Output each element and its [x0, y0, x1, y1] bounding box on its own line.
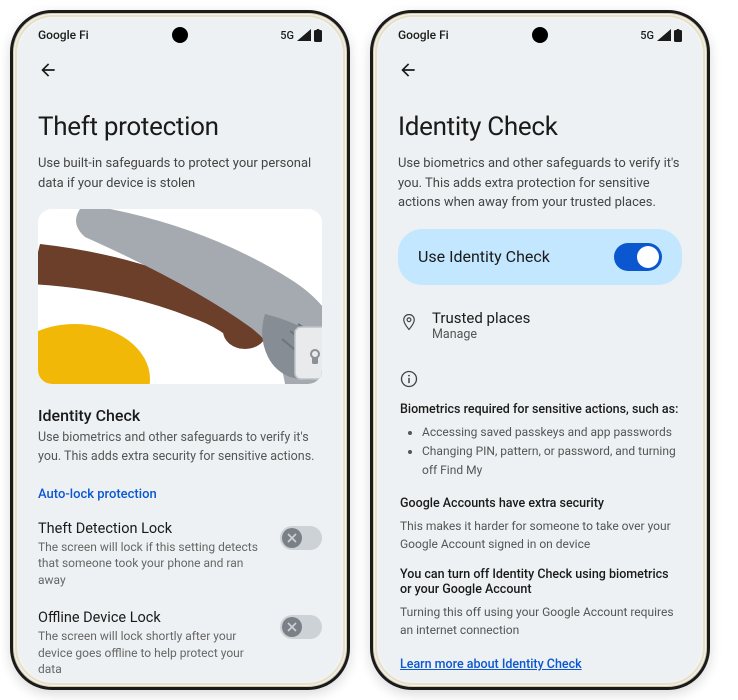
info-heading: Google Accounts have extra security [400, 496, 680, 511]
back-button[interactable] [394, 56, 422, 84]
network-label: 5G [640, 29, 654, 42]
use-identity-check-card[interactable]: Use Identity Check [398, 229, 682, 285]
use-identity-check-label: Use Identity Check [418, 247, 550, 266]
offline-lock-row[interactable]: Offline Device Lock The screen will lock… [38, 609, 322, 678]
offline-lock-desc: The screen will lock shortly after your … [38, 628, 268, 678]
page-title: Theft protection [38, 112, 322, 142]
toggle-knob-off [282, 528, 302, 548]
screen-left: Google Fi 5G Theft protection Use built-… [18, 18, 342, 682]
trusted-places-row[interactable]: Trusted places Manage [398, 309, 682, 342]
theft-illustration [38, 209, 322, 384]
status-right: 5G [280, 29, 322, 42]
page-subtitle: Use biometrics and other safeguards to v… [398, 154, 682, 213]
trusted-places-title: Trusted places [432, 309, 530, 327]
offline-lock-label: Offline Device Lock [38, 609, 268, 626]
info-section: Biometrics required for sensitive action… [398, 370, 682, 673]
identity-check-title: Identity Check [38, 406, 322, 425]
phone-identity-check: Google Fi 5G Identity Check Use biometri… [370, 10, 710, 690]
pin-icon [400, 312, 418, 336]
camera-cutout [172, 27, 188, 43]
info-body: This makes it harder for someone to take… [400, 517, 680, 553]
phone-theft-protection: Google Fi 5G Theft protection Use built-… [10, 10, 350, 690]
arrow-left-icon [38, 60, 58, 80]
list-item: Changing PIN, pattern, or password, and … [422, 442, 680, 480]
arrow-left-icon [398, 60, 418, 80]
screen-right: Google Fi 5G Identity Check Use biometri… [378, 18, 702, 682]
biometrics-heading: Biometrics required for sensitive action… [400, 402, 680, 417]
close-icon [287, 533, 297, 543]
learn-more-link[interactable]: Learn more about Identity Check [400, 657, 582, 672]
theft-detection-label: Theft Detection Lock [38, 520, 268, 537]
offline-lock-toggle[interactable] [280, 615, 322, 639]
biometrics-list: Accessing saved passkeys and app passwor… [400, 423, 680, 481]
info-block-accounts: Google Accounts have extra security This… [400, 496, 680, 553]
trusted-places-sub: Manage [432, 327, 530, 342]
toggle-knob-on [637, 246, 659, 268]
identity-check-text: Use biometrics and other safeguards to v… [38, 429, 322, 467]
status-right: 5G [640, 29, 682, 42]
auto-lock-link[interactable]: Auto-lock protection [38, 487, 322, 502]
info-body: Turning this off using your Google Accou… [400, 603, 680, 639]
theft-detection-toggle[interactable] [280, 526, 322, 550]
info-heading: You can turn off Identity Check using bi… [400, 567, 680, 597]
info-icon [400, 370, 680, 392]
info-block-turn-off: You can turn off Identity Check using bi… [400, 567, 680, 639]
network-label: 5G [280, 29, 294, 42]
carrier-label: Google Fi [38, 28, 89, 42]
back-button[interactable] [34, 56, 62, 84]
camera-cutout [532, 27, 548, 43]
battery-icon [674, 29, 682, 42]
list-item: Accessing saved passkeys and app passwor… [422, 423, 680, 442]
signal-icon [297, 29, 311, 41]
toggle-knob-off [282, 617, 302, 637]
theft-detection-row[interactable]: Theft Detection Lock The screen will loc… [38, 520, 322, 589]
page-title: Identity Check [398, 112, 682, 142]
signal-icon [657, 29, 671, 41]
theft-detection-desc: The screen will lock if this setting det… [38, 539, 268, 589]
page-subtitle: Use built-in safeguards to protect your … [38, 154, 322, 193]
battery-icon [314, 29, 322, 42]
carrier-label: Google Fi [398, 28, 449, 42]
close-icon [287, 622, 297, 632]
use-identity-check-toggle[interactable] [614, 243, 662, 271]
